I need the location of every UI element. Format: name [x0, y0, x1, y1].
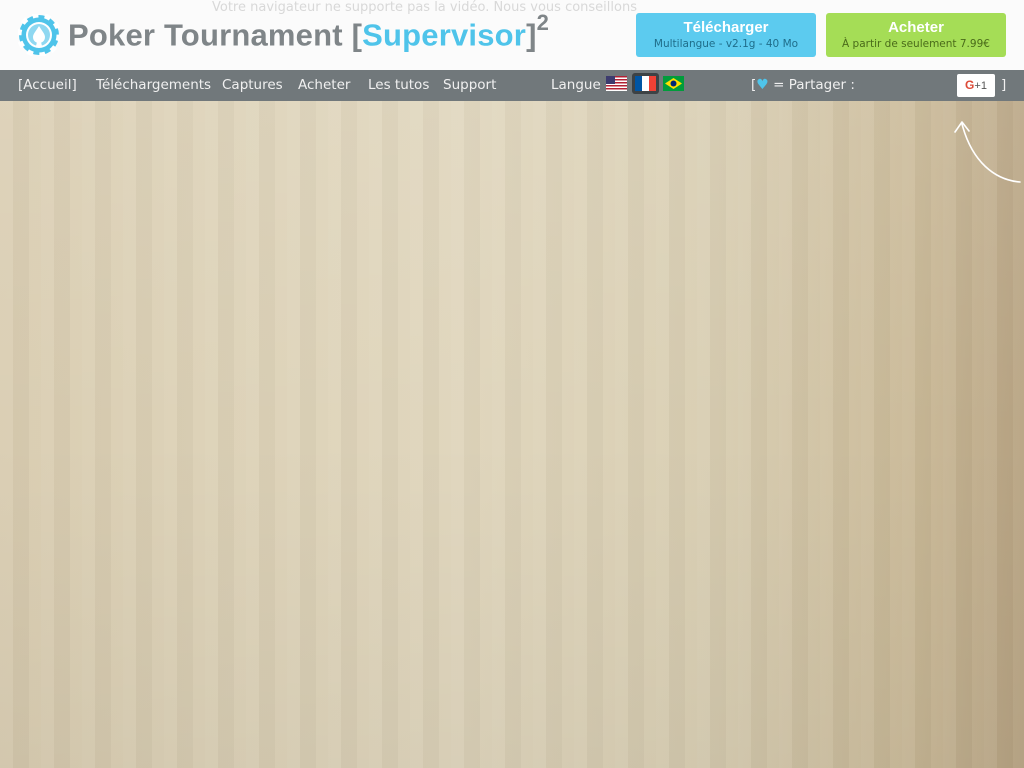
nav-item-downloads[interactable]: Téléchargements — [96, 77, 211, 93]
nav-item-home[interactable]: [Accueil] — [18, 77, 77, 93]
french-flag-icon[interactable] — [632, 73, 659, 94]
share-text: = Partager : — [768, 77, 855, 93]
google-plus-button[interactable]: G+1 — [957, 74, 995, 97]
nav-item-tutorials[interactable]: Les tutos — [368, 77, 429, 93]
heart-icon: ♥ — [756, 77, 769, 93]
google-g-icon: G — [965, 78, 975, 92]
language-label: Langue — [551, 77, 601, 93]
share-close-bracket: ] — [1001, 77, 1007, 93]
poker-chip-logo-icon[interactable] — [18, 14, 60, 56]
nav-item-screenshots[interactable]: Captures — [222, 77, 283, 93]
site-header: Votre navigateur ne supporte pas la vidé… — [0, 0, 1024, 70]
download-button[interactable]: Télécharger Multilangue - v2.1g - 40 Mo — [636, 13, 816, 57]
nav-item-buy[interactable]: Acheter — [298, 77, 350, 93]
title-accent: Supervisor — [362, 17, 527, 53]
brazil-flag-icon[interactable] — [663, 76, 684, 91]
english-flag-icon[interactable] — [606, 76, 627, 91]
share-label: [♥ = Partager : — [751, 77, 855, 93]
main-nav: [Accueil] Téléchargements Captures Achet… — [0, 70, 1024, 101]
video-unsupported-notice: Votre navigateur ne supporte pas la vidé… — [212, 0, 637, 15]
plus-one-label: +1 — [974, 80, 987, 92]
title-suffix: ] — [526, 17, 537, 53]
background-shade — [0, 101, 1024, 768]
download-button-label: Télécharger — [683, 19, 769, 36]
page-title[interactable]: Poker Tournament [Supervisor]2 — [68, 10, 549, 53]
buy-button-sub: À partir de seulement 7.99€ — [842, 38, 990, 50]
title-prefix: Poker Tournament [ — [68, 17, 363, 53]
buy-button[interactable]: Acheter À partir de seulement 7.99€ — [826, 13, 1006, 57]
nav-item-support[interactable]: Support — [443, 77, 496, 93]
download-button-sub: Multilangue - v2.1g - 40 Mo — [653, 38, 799, 50]
buy-button-label: Acheter — [888, 19, 944, 36]
title-superscript: 2 — [536, 10, 550, 35]
curved-arrow-icon — [954, 121, 1021, 183]
